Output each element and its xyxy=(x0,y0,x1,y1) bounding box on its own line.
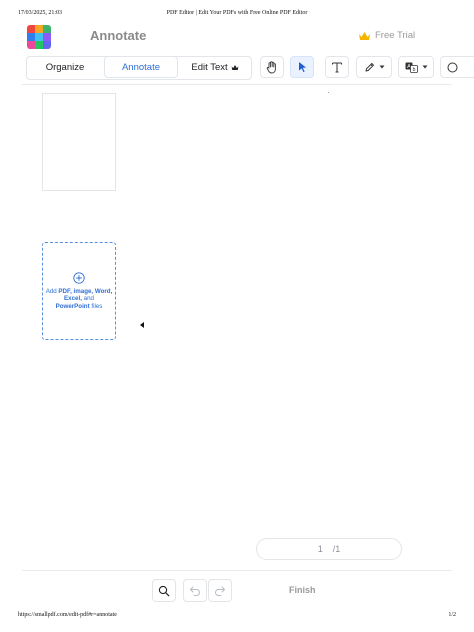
toolbar: Organize Annotate Edit Text A b xyxy=(22,55,474,81)
chevron-down-icon xyxy=(379,65,384,69)
logo-tile xyxy=(43,25,51,33)
logo-tile xyxy=(43,41,51,49)
shape-icon xyxy=(447,62,458,72)
add-files-dropzone[interactable]: Add PDF, image, Word, Excel, and PowerPo… xyxy=(42,242,116,340)
tab-organize-label: Organize xyxy=(45,61,85,73)
undo-button[interactable] xyxy=(183,579,207,602)
page-title: Annotate xyxy=(90,28,147,43)
draw-tool-dropdown[interactable] xyxy=(356,56,392,78)
print-title: PDF Editor | Edit Your PDFs with Free On… xyxy=(166,10,308,16)
chevron-down-icon xyxy=(422,65,427,69)
add-files-suffix: files xyxy=(89,302,103,310)
hand-tool-button[interactable] xyxy=(260,56,284,78)
total-pages: /1 xyxy=(332,544,341,554)
add-files-powerpoint: PowerPoint xyxy=(55,302,90,310)
translate-icon: A b xyxy=(405,62,418,73)
print-header: 17/03/2025, 21:03 PDF Editor | Edit Your… xyxy=(18,10,456,20)
crown-icon xyxy=(359,31,370,40)
logo-tile xyxy=(35,41,43,49)
tab-organize[interactable]: Organize xyxy=(27,56,103,78)
print-page-number: 1/2 xyxy=(448,612,456,618)
add-files-prefix: Add xyxy=(45,287,59,295)
logo-tile xyxy=(43,33,51,41)
text-tool-button[interactable] xyxy=(325,56,349,78)
logo-tile xyxy=(35,33,43,41)
free-trial-label: Free Trial xyxy=(375,30,416,41)
add-files-label: Add PDF, image, Word, Excel, and PowerPo… xyxy=(43,288,115,311)
tab-annotate-label: Annotate xyxy=(121,61,161,73)
search-icon xyxy=(158,585,170,596)
logo-tile xyxy=(27,25,35,33)
redo-button[interactable] xyxy=(208,579,232,602)
tab-edit-text[interactable]: Edit Text xyxy=(180,56,250,78)
page-thumbnail[interactable] xyxy=(42,93,116,191)
page-navigator[interactable]: 1 /1 xyxy=(256,538,402,560)
print-footer: https://smallpdf.com/edit-pdf#r=annotate… xyxy=(18,612,456,622)
tab-annotate[interactable]: Annotate xyxy=(104,56,178,78)
pen-icon xyxy=(365,62,374,71)
undo-icon xyxy=(190,586,200,596)
redo-icon xyxy=(215,586,225,596)
toolbar-divider xyxy=(22,84,452,85)
shape-tool-button[interactable] xyxy=(440,56,474,78)
bottom-divider xyxy=(22,570,452,571)
pointer-icon xyxy=(298,62,306,73)
crown-icon xyxy=(231,64,239,70)
translate-tool-dropdown[interactable]: A b xyxy=(398,56,434,78)
text-icon xyxy=(332,62,342,73)
add-circle-icon xyxy=(73,272,85,284)
svg-text:b: b xyxy=(412,67,415,73)
print-url: https://smallpdf.com/edit-pdf#r=annotate xyxy=(18,612,117,618)
logo-tile xyxy=(35,25,43,33)
current-page-input[interactable]: 1 xyxy=(318,544,323,554)
free-trial-button[interactable]: Free Trial xyxy=(358,30,415,41)
collapse-sidebar-icon[interactable] xyxy=(140,322,144,328)
select-tool-button[interactable] xyxy=(290,56,314,78)
logo-tile xyxy=(27,33,35,41)
search-button[interactable] xyxy=(152,579,176,602)
finish-button[interactable]: Finish xyxy=(289,585,316,595)
logo-tile xyxy=(27,41,35,49)
add-files-and: and xyxy=(81,295,94,303)
smallpdf-logo[interactable] xyxy=(27,25,51,49)
tab-edit-text-label: Edit Text xyxy=(191,61,228,73)
hand-icon xyxy=(266,60,276,73)
decorative-dot xyxy=(328,92,329,93)
